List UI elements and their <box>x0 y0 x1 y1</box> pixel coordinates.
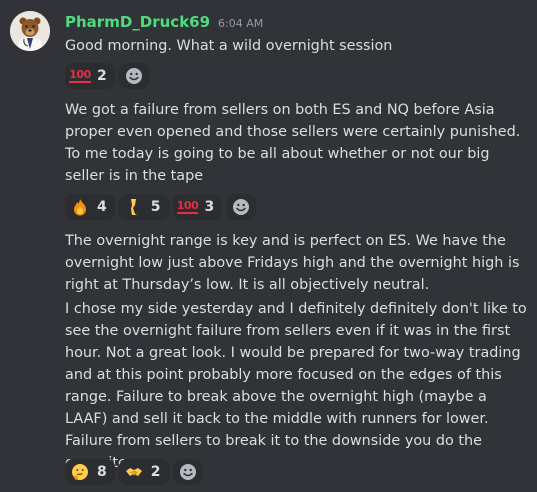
reaction-count: 2 <box>97 68 107 84</box>
reaction-bar: 8 2 <box>65 459 203 485</box>
reaction-hundred-points[interactable]: 100 2 <box>65 63 115 89</box>
reaction-hundred-points[interactable]: 100 3 <box>172 194 223 220</box>
message-text: Good morning. What a wild overnight sess… <box>65 38 393 54</box>
smiley-add-icon <box>233 199 250 215</box>
reaction-leg[interactable]: 5 <box>118 194 169 220</box>
message-header: PharmD_Druck69 6:04 AM <box>65 13 263 35</box>
handshake-icon <box>125 463 143 481</box>
message-text: I chose my side yesterday and I definite… <box>65 301 527 471</box>
reaction-bar: 4 5 100 3 <box>65 194 257 220</box>
add-reaction-button[interactable] <box>226 194 257 220</box>
reaction-bar: 100 2 <box>65 63 149 89</box>
message-text: We got a failure from sellers on both ES… <box>65 102 521 184</box>
fire-icon <box>71 198 89 216</box>
reaction-thinking-face[interactable]: 8 <box>65 459 115 485</box>
reaction-count: 3 <box>204 199 215 215</box>
thinking-face-icon <box>71 463 89 481</box>
hundred-points-icon: 100 <box>176 199 199 214</box>
add-reaction-button[interactable] <box>172 459 203 485</box>
reaction-count: 2 <box>150 464 161 480</box>
username[interactable]: PharmD_Druck69 <box>65 13 210 31</box>
add-reaction-button[interactable] <box>118 63 149 89</box>
user-avatar[interactable] <box>10 11 50 51</box>
smiley-add-icon <box>125 68 142 84</box>
reaction-handshake[interactable]: 2 <box>118 459 169 485</box>
message-text: The overnight range is key and is perfec… <box>65 233 520 293</box>
reaction-count: 4 <box>97 199 107 215</box>
smiley-add-icon <box>179 464 196 480</box>
leg-icon <box>125 198 143 216</box>
reaction-fire[interactable]: 4 <box>65 194 115 220</box>
reaction-count: 5 <box>150 199 161 215</box>
timestamp[interactable]: 6:04 AM <box>218 17 263 30</box>
hundred-points-icon: 100 <box>69 68 91 83</box>
reaction-count: 8 <box>97 464 107 480</box>
